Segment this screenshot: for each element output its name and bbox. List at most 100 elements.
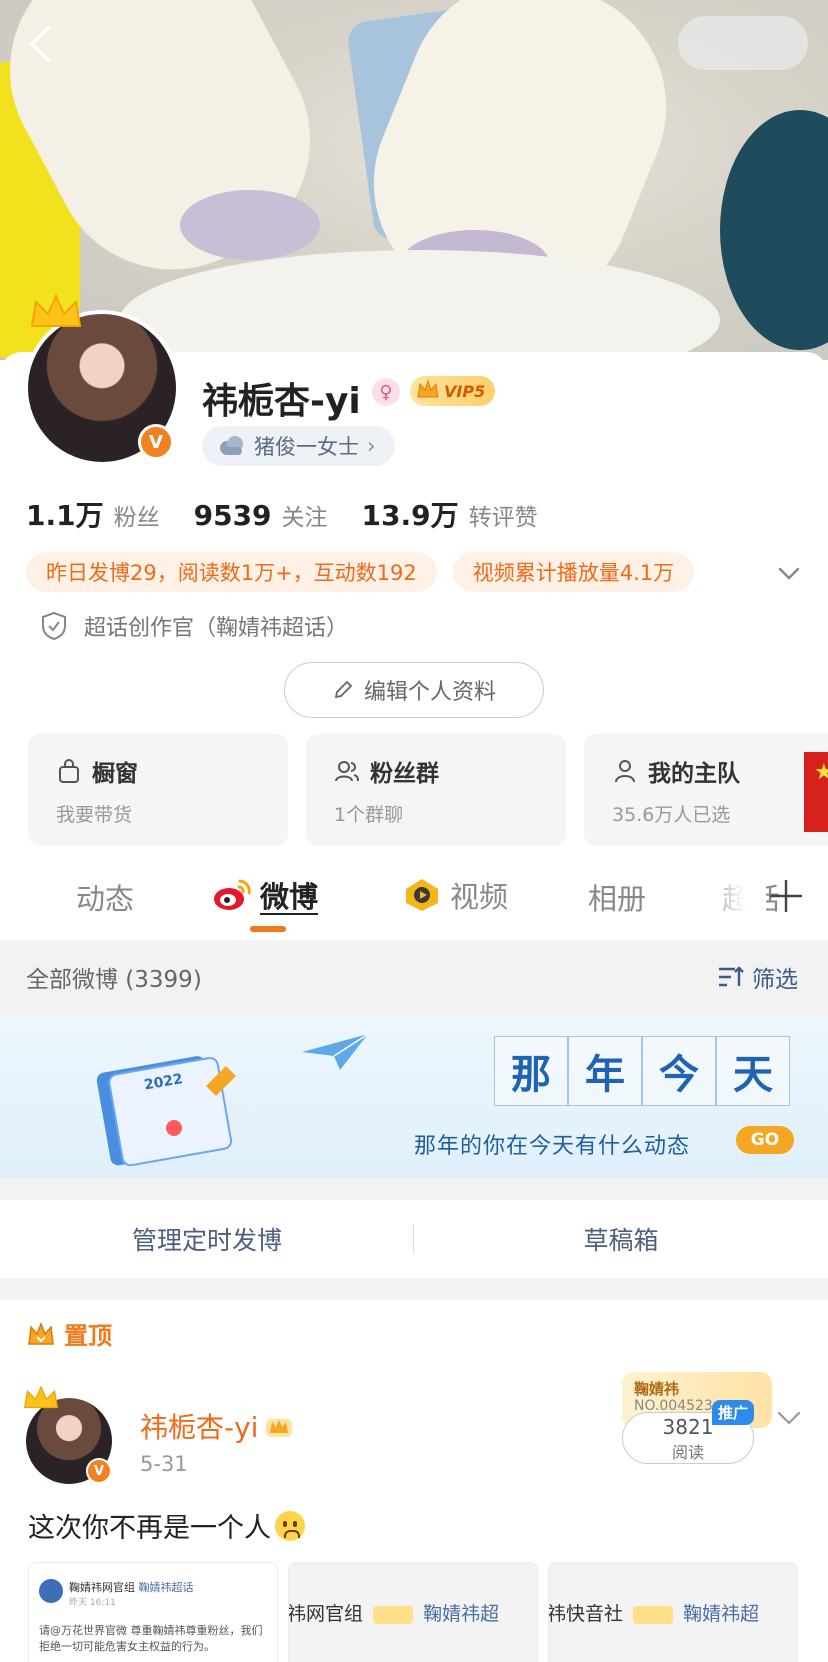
profile-name: 祎栀杏-yi bbox=[202, 381, 361, 422]
chevron-right-icon: › bbox=[367, 434, 376, 458]
feature-title: 粉丝群 bbox=[370, 761, 439, 787]
vip-tag-icon bbox=[373, 1605, 414, 1624]
feature-shop-window[interactable]: 橱窗 我要带货 bbox=[28, 734, 288, 846]
post-image[interactable]: 鞠婧祎网官组 鞠婧祎超话 昨天 16:11 请@万花世界官微 尊重鞠婧祎尊重粉丝… bbox=[28, 1562, 278, 1662]
thumb-header: 鞠婧祎网官组 鞠婧祎超话 bbox=[69, 1579, 194, 1595]
tab-label: 视频 bbox=[450, 880, 509, 914]
super-topic-role[interactable]: 超话创作官（鞠婧祎超话） bbox=[40, 610, 348, 642]
thumb-topic: 鞠婧祎超话 bbox=[138, 1581, 194, 1594]
tab-fade bbox=[700, 864, 766, 924]
cloud-icon bbox=[220, 436, 243, 455]
pinned-text: 置顶 bbox=[64, 1322, 112, 1350]
read-count-label: 阅读 bbox=[671, 1443, 704, 1462]
stat-label: 转评赞 bbox=[468, 505, 538, 531]
filter-icon bbox=[719, 966, 744, 987]
feature-fan-group[interactable]: 粉丝群 1个群聊 bbox=[306, 734, 566, 846]
feature-subtitle: 1个群聊 bbox=[334, 804, 404, 826]
feature-cards: 橱窗 我要带货 粉丝群 1个群聊 我的主队 35.6万人已选 ★ bbox=[28, 734, 828, 846]
section-divider bbox=[0, 1178, 828, 1200]
post-images: 鞠婧祎网官组 鞠婧祎超话 昨天 16:11 请@万花世界官微 尊重鞠婧祎尊重粉丝… bbox=[28, 1562, 808, 1662]
post-author[interactable]: 祎栀杏-yi bbox=[140, 1406, 294, 1446]
top-right-actions[interactable] bbox=[678, 16, 808, 70]
stat-following[interactable]: 9539 关注 bbox=[194, 498, 328, 532]
thumb-account: 祎网官组 bbox=[288, 1603, 364, 1625]
crown-icon bbox=[23, 1385, 59, 1409]
thumb-topic: 鞠婧祎超 bbox=[423, 1603, 500, 1625]
bag-icon bbox=[59, 759, 79, 783]
user-tag[interactable]: 猪俊一女士 › bbox=[202, 426, 396, 466]
filter-label: 筛选 bbox=[752, 967, 798, 993]
vip-tag-icon bbox=[633, 1605, 674, 1624]
feature-title: 橱窗 bbox=[92, 761, 138, 787]
weibo-count: 全部微博 (3399) bbox=[26, 967, 202, 993]
drafts-button[interactable]: 草稿箱 bbox=[414, 1221, 828, 1257]
edit-profile-label: 编辑个人资料 bbox=[363, 680, 496, 705]
title-char: 天 bbox=[716, 1036, 790, 1106]
thumb-caption: 祎快音社 鞠婧祎超 bbox=[548, 1599, 760, 1626]
stat-value: 1.1万 bbox=[26, 499, 104, 532]
on-this-day-subtitle: 那年的你在今天有什么动态 bbox=[414, 1134, 691, 1159]
verified-icon: V bbox=[138, 424, 174, 460]
cover-image[interactable] bbox=[0, 0, 828, 360]
scheduled-posts-button[interactable]: 管理定时发博 bbox=[0, 1221, 414, 1257]
post-avatar[interactable]: V bbox=[23, 1385, 112, 1484]
highlight-pill[interactable]: 昨日发博29，阅读数1万+，互动数192 bbox=[26, 552, 437, 592]
sad-face-emoji-icon bbox=[275, 1510, 305, 1541]
feature-title: 我的主队 bbox=[648, 761, 740, 787]
chevron-down-icon[interactable] bbox=[774, 558, 804, 588]
post-date: 5-31 bbox=[140, 1452, 188, 1476]
tab-album[interactable]: 相册 bbox=[588, 876, 646, 918]
calendar-illustration: 2022 bbox=[96, 1056, 236, 1166]
feature-subtitle: 我要带货 bbox=[56, 804, 133, 826]
pencil-icon bbox=[334, 680, 353, 699]
tab-weibo[interactable]: 微博 bbox=[212, 874, 318, 916]
post-text: 这次你不再是一个人 bbox=[28, 1506, 305, 1545]
pinned-crown-icon bbox=[28, 1321, 54, 1345]
weibo-logo-icon bbox=[214, 879, 251, 910]
promote-tag[interactable]: 推广 bbox=[712, 1400, 755, 1425]
tab-label: 微博 bbox=[260, 880, 319, 914]
thumb-account: 祎快音社 bbox=[548, 1603, 624, 1625]
crown-icon bbox=[30, 293, 82, 327]
group-icon bbox=[335, 761, 359, 782]
stat-label: 关注 bbox=[281, 505, 328, 531]
thumb-topic: 鞠婧祎超 bbox=[683, 1603, 760, 1625]
active-tab-indicator bbox=[250, 926, 286, 932]
account-logo-icon bbox=[39, 1579, 63, 1603]
post-image[interactable]: 祎网官组 鞠婧祎超 bbox=[288, 1562, 538, 1662]
tab-video[interactable]: 视频 bbox=[402, 874, 508, 916]
stat-value: 9539 bbox=[193, 499, 272, 532]
title-char: 年 bbox=[568, 1036, 642, 1106]
promo-title: 鞠婧祎 bbox=[634, 1380, 680, 1398]
plus-icon[interactable] bbox=[766, 876, 806, 916]
highlight-pill[interactable]: 视频累计播放量4.1万 bbox=[452, 552, 695, 592]
vip-crown-icon bbox=[266, 1419, 293, 1437]
post-image[interactable]: 祎快音社 鞠婧祎超 bbox=[548, 1562, 798, 1662]
video-icon bbox=[406, 879, 438, 911]
stat-followers[interactable]: 1.1万 粉丝 bbox=[26, 494, 160, 534]
stat-label: 粉丝 bbox=[113, 505, 160, 531]
title-char: 那 bbox=[494, 1036, 568, 1106]
vip-badge[interactable]: VIP5 bbox=[410, 376, 496, 406]
filter-bar: 全部微博 (3399) 筛选 bbox=[0, 940, 828, 1014]
feature-my-team[interactable]: 我的主队 35.6万人已选 ★ bbox=[584, 734, 828, 846]
go-button[interactable]: GO bbox=[736, 1126, 794, 1154]
filter-button[interactable]: 筛选 bbox=[716, 960, 798, 994]
stats-row: 1.1万 粉丝 9539 关注 13.9万 转评赞 bbox=[26, 494, 572, 534]
thumb-time: 昨天 16:11 bbox=[69, 1598, 116, 1608]
on-this-day-title: 那 年 今 天 bbox=[494, 1036, 790, 1106]
divider bbox=[413, 1224, 414, 1254]
china-flag-icon: ★ bbox=[804, 752, 828, 832]
shield-icon bbox=[42, 611, 66, 641]
tab-feed[interactable]: 动态 bbox=[76, 876, 134, 918]
manage-row: 管理定时发博 草稿箱 bbox=[0, 1200, 828, 1278]
stat-likes[interactable]: 13.9万 转评赞 bbox=[362, 494, 538, 534]
chevron-down-icon[interactable] bbox=[776, 1408, 802, 1428]
back-icon[interactable] bbox=[18, 20, 66, 68]
stat-value: 13.9万 bbox=[361, 499, 459, 532]
post-author-name: 祎栀杏-yi bbox=[140, 1411, 259, 1444]
on-this-day-banner[interactable]: 2022 那 年 今 天 那年的你在今天有什么动态 GO bbox=[0, 1014, 828, 1178]
profile-avatar[interactable]: V bbox=[24, 293, 180, 466]
pinned-label: 置顶 bbox=[26, 1316, 112, 1351]
edit-profile-button[interactable]: 编辑个人资料 bbox=[284, 662, 544, 718]
